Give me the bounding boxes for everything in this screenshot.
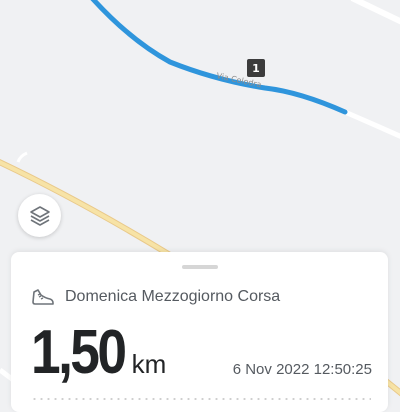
sheet-drag-handle[interactable] bbox=[182, 265, 218, 269]
distance-value: 1,50 bbox=[31, 318, 127, 387]
layers-icon bbox=[29, 205, 50, 226]
activity-date: 6 Nov 2022 12:50:25 bbox=[232, 361, 372, 378]
minor-road bbox=[344, 109, 400, 139]
distance-unit: km bbox=[131, 349, 167, 379]
map-layers-button[interactable] bbox=[18, 194, 61, 237]
minor-road bbox=[350, 0, 400, 25]
activity-header: Domenica Mezzogiorno Corsa bbox=[31, 286, 280, 308]
lap-marker[interactable]: 1 bbox=[247, 59, 265, 77]
minor-road bbox=[16, 151, 28, 163]
activity-title: Domenica Mezzogiorno Corsa bbox=[65, 288, 281, 305]
activity-summary-sheet[interactable]: Domenica Mezzogiorno Corsa 1,50 km 6 Nov… bbox=[11, 252, 388, 412]
route-track bbox=[90, 0, 348, 115]
running-shoe-icon bbox=[31, 286, 55, 308]
distance-display: 1,50 km bbox=[31, 322, 166, 384]
